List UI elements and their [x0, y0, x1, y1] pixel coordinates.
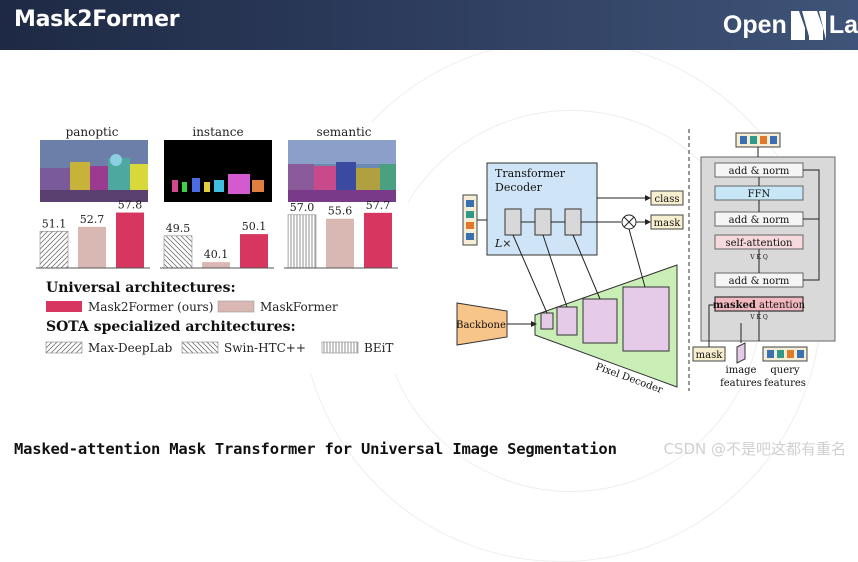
logo-text-open: Open: [722, 10, 787, 39]
mask-input-label: mask: [696, 350, 724, 361]
value-label-sota-panoptic: 51.1: [42, 217, 67, 230]
legend-label-beit: BEiT: [364, 341, 393, 355]
bar-sota-semantic: [287, 214, 317, 269]
slide-title: Mask2Former: [14, 7, 180, 32]
feature-map-2: [556, 306, 578, 336]
legend-swatch-beit: [321, 341, 359, 354]
bar-maskformer-instance: [202, 262, 230, 268]
bar-maskformer-panoptic: [78, 226, 106, 268]
output-query-stack: [735, 132, 781, 148]
title-bar: Mask2Former Open La: [0, 0, 858, 50]
value-label-maskformer-instance: 40.1: [204, 248, 229, 261]
value-label-maskformer-semantic: 55.6: [328, 205, 353, 218]
bar-mask2former-instance: [240, 234, 268, 268]
legend-swatch-mask2former: [46, 301, 82, 312]
bar-series-group: 51.1 49.5 57.0 52.7 40.1 55.6 57.8 50.1 57.7: [39, 199, 392, 269]
bar-mask2former-semantic: [364, 212, 392, 268]
csdn-watermark: CSDN @不是吧这都有重名: [663, 440, 846, 458]
legend-swatch-maxdeeplab: [45, 341, 83, 354]
value-label-mask2former-panoptic: 57.8: [118, 199, 143, 212]
legend-sota-title: SOTA specialized architectures:: [46, 319, 296, 335]
value-label-sota-instance: 49.5: [166, 222, 191, 235]
add-norm-top-label: add & norm: [729, 166, 790, 177]
legend-label-swinhtc: Swin-HTC++: [224, 341, 306, 355]
query-features-label-1: query: [770, 365, 800, 376]
results-chart: panoptic instance semantic 51.1 49.557.0…: [36, 125, 398, 355]
query-input-stack: [462, 194, 478, 246]
legend-label-mask2former: Mask2Former (ours): [88, 300, 213, 314]
semantic-thumbnail: [288, 140, 396, 202]
feature-map-3: [582, 298, 618, 344]
add-norm-low-label: add & norm: [729, 276, 790, 287]
bar-maskformer-semantic: [326, 218, 354, 268]
transformer-decoder-label-1: Transformer: [495, 167, 566, 180]
feature-map-1: [540, 312, 554, 330]
decoder-layer-1: [504, 208, 522, 236]
value-label-mask2former-semantic: 57.7: [366, 199, 391, 212]
transformer-decoder-label-2: Decoder: [495, 181, 543, 194]
legend-label-maskformer: MaskFormer: [260, 300, 338, 314]
slide-caption: Masked-attention Mask Transformer for Un…: [14, 440, 617, 458]
instance-thumbnail: [164, 140, 272, 202]
image-features-label-1: image: [726, 365, 757, 376]
self-attention-label: self-attention: [725, 238, 793, 249]
panoptic-thumbnail: [40, 140, 148, 202]
legend-swatch-maskformer: [217, 300, 255, 313]
mm-logo-icon: [790, 11, 826, 40]
bar-sota-panoptic: [39, 231, 69, 269]
legend-swatch-swinhtc: [181, 341, 219, 354]
value-label-maskformer-panoptic: 52.7: [80, 213, 105, 226]
image-features-icon: [736, 342, 746, 364]
ffn-label: FFN: [748, 189, 771, 200]
class-output-label: class: [654, 194, 679, 205]
bar-mask2former-panoptic: [116, 212, 144, 268]
legend-universal-title: Universal architectures:: [46, 280, 236, 296]
query-features-stack: [762, 346, 808, 362]
feature-map-4: [622, 286, 670, 352]
query-features-label-2: features: [764, 378, 806, 389]
mask-output-label: mask: [654, 218, 682, 229]
logo-text-lab: La: [828, 10, 858, 39]
decoder-layer-2: [534, 208, 552, 236]
backbone-label: Backbone: [456, 320, 506, 331]
transformer-decoder-lx: L×: [494, 237, 512, 250]
add-norm-mid-label: add & norm: [729, 215, 790, 226]
value-label-mask2former-instance: 50.1: [242, 220, 267, 233]
bar-sota-instance: [163, 235, 193, 269]
panel-title-panoptic: panoptic: [66, 125, 119, 139]
openmmlab-logo: Open La: [723, 6, 858, 44]
panel-title-semantic: semantic: [317, 125, 372, 139]
panel-title-instance: instance: [192, 125, 243, 139]
value-label-sota-semantic: 57.0: [290, 201, 315, 214]
image-features-label-2: features: [720, 378, 762, 389]
masked-attention-label: masked attention: [713, 300, 806, 311]
decoder-layer-3: [564, 208, 582, 236]
legend-label-maxdeeplab: Max-DeepLab: [88, 341, 173, 355]
architecture-diagram: Transformer Decoder L× class mask Pixel …: [456, 129, 836, 395]
